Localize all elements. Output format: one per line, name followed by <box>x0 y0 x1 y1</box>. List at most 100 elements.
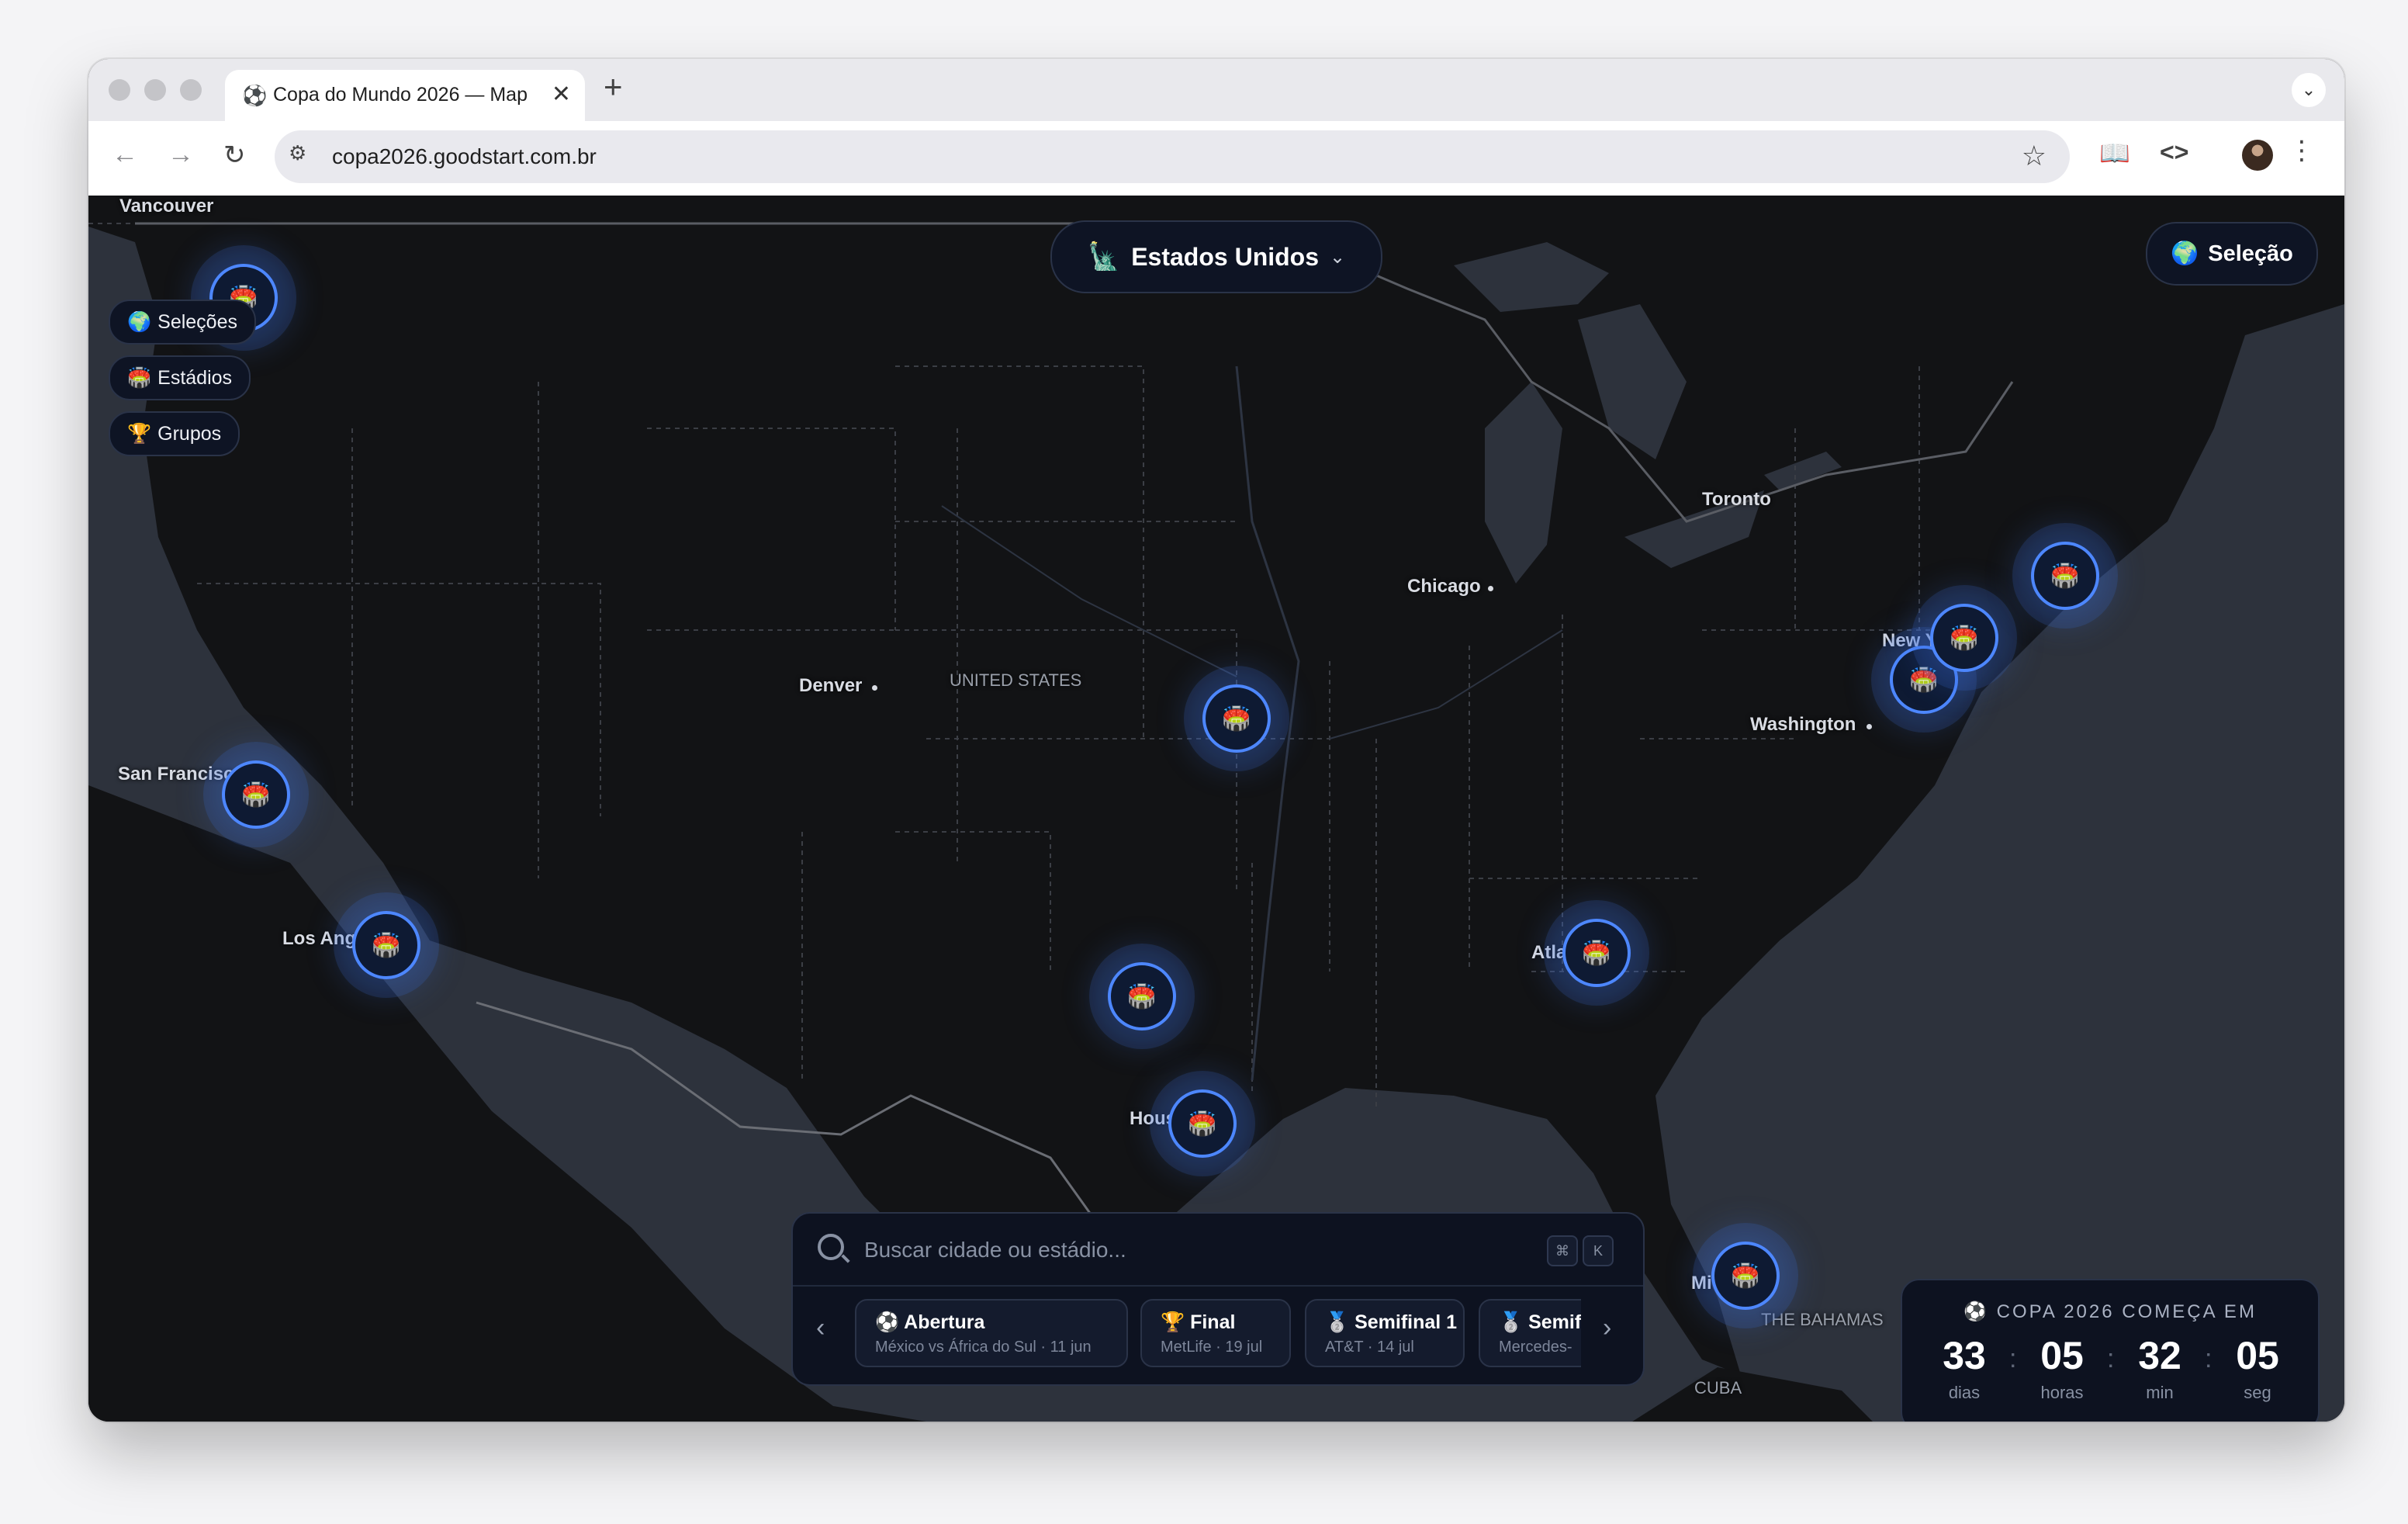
browser-toolbar: ← → ↻ ⚙ copa2026.goodstart.com.br ☆ 📖 <>… <box>88 121 2344 196</box>
city-dot-denver <box>872 685 877 691</box>
trophy-icon: 🏆 <box>1161 1311 1185 1333</box>
soccer-ball-icon: ⚽ <box>875 1311 900 1333</box>
country-label-bahamas: THE BAHAMAS <box>1761 1310 1884 1329</box>
back-arrow-icon[interactable]: ← <box>112 140 138 170</box>
stadium-marker-atlanta[interactable]: 🏟️ <box>1562 919 1631 987</box>
city-dot-washington <box>1867 724 1872 729</box>
side-menu-selecoes[interactable]: 🌍 Seleções <box>109 300 256 345</box>
chip-subtitle: México vs África do Sul · 11 jun <box>875 1339 1092 1356</box>
window-zoom-control[interactable] <box>180 79 202 101</box>
chip-title: Final <box>1190 1311 1236 1333</box>
carousel-next-icon[interactable]: › <box>1603 1313 1611 1343</box>
stadium-marker-kansas-city[interactable]: 🏟️ <box>1202 684 1271 753</box>
countdown-hours: 05 horas <box>2023 1335 2101 1403</box>
country-selector-label: Estados Unidos <box>1131 242 1320 271</box>
match-chip-final[interactable]: 🏆 Final MetLife · 19 jul <box>1140 1299 1291 1367</box>
city-label-chicago: Chicago <box>1407 576 1481 597</box>
city-label-atlanta: Atla <box>1531 942 1567 963</box>
selecao-button-label: Seleção <box>2208 241 2293 266</box>
countdown-title: ⚽ COPA 2026 COMEÇA EM <box>1902 1301 2318 1323</box>
side-menu-label: Grupos <box>157 422 222 445</box>
stadium-marker-houston[interactable]: 🏟️ <box>1168 1089 1237 1158</box>
countdown-value: 05 <box>2040 1334 2084 1377</box>
countdown-minutes: 32 min <box>2121 1335 2199 1403</box>
bookmark-star-icon[interactable]: ☆ <box>2022 140 2046 172</box>
stadium-marker-dallas[interactable]: 🏟️ <box>1108 962 1176 1030</box>
country-label-cuba: CUBA <box>1694 1378 1742 1398</box>
chip-subtitle: Mercedes- <box>1499 1339 1572 1356</box>
city-label-washington: Washington <box>1750 714 1856 735</box>
medal-icon: 🥈 <box>1325 1311 1350 1333</box>
match-chip-carousel: ⚽ Abertura México vs África do Sul · 11 … <box>855 1299 1581 1370</box>
reading-mode-icon[interactable]: 📖 <box>2099 138 2130 168</box>
countdown-label: horas <box>2040 1383 2084 1402</box>
search-row: ⌘ K <box>793 1214 1643 1287</box>
side-menu-grupos[interactable]: 🏆 Grupos <box>109 411 240 456</box>
stadium-marker-boston[interactable]: 🏟️ <box>2031 542 2099 610</box>
forward-arrow-icon[interactable]: → <box>168 140 194 170</box>
countdown-label: min <box>2146 1383 2174 1402</box>
stadium-icon: 🏟️ <box>127 366 152 389</box>
chip-subtitle: AT&T · 14 jul <box>1325 1339 1414 1356</box>
chip-title: Abertura <box>904 1311 985 1333</box>
window-minimize-control[interactable] <box>144 79 166 101</box>
city-label-los-angeles: Los Ang <box>282 928 357 949</box>
search-icon <box>818 1234 844 1260</box>
countdown-value: 32 <box>2138 1334 2181 1377</box>
soccer-ball-icon: ⚽ <box>242 84 268 107</box>
address-bar[interactable]: ⚙ copa2026.goodstart.com.br ☆ <box>275 130 2070 183</box>
chip-title: Semifinal 1 <box>1354 1311 1458 1333</box>
map-view[interactable]: Vancouver Toronto Chicago Denver UNITED … <box>88 196 2344 1422</box>
city-label-denver: Denver <box>799 675 863 696</box>
match-chip-semifinal-1[interactable]: 🥈 Semifinal 1 AT&T · 14 jul <box>1305 1299 1465 1367</box>
profile-avatar[interactable] <box>2242 140 2273 171</box>
stadium-marker-los-angeles[interactable]: 🏟️ <box>352 911 420 979</box>
shortcut-key-k: K <box>1583 1235 1614 1266</box>
tab-title: Copa do Mundo 2026 — Map <box>273 84 528 106</box>
stadium-marker-san-francisco[interactable]: 🏟️ <box>222 760 290 829</box>
chevron-down-icon: ⌄ <box>1330 246 1346 268</box>
city-label-san-francisco: San Francisc <box>118 764 234 785</box>
countdown-panel: ⚽ COPA 2026 COMEÇA EM 33 dias : 05 horas… <box>1901 1279 2320 1422</box>
search-panel: ⌘ K ‹ ⚽ Abertura México vs África do Sul… <box>791 1212 1645 1386</box>
close-icon[interactable]: ✕ <box>552 81 571 108</box>
code-icon[interactable]: <> <box>2160 138 2188 167</box>
statue-of-liberty-icon: 🗽 <box>1087 242 1121 272</box>
carousel-prev-icon[interactable]: ‹ <box>816 1313 825 1343</box>
reload-icon[interactable]: ↻ <box>223 140 246 171</box>
globe-icon: 🌍 <box>2171 241 2199 266</box>
medal-icon: 🥈 <box>1499 1311 1524 1333</box>
chip-subtitle: MetLife · 19 jul <box>1161 1339 1263 1356</box>
trophy-icon: 🏆 <box>127 422 152 445</box>
city-label-vancouver: Vancouver <box>119 196 214 216</box>
new-tab-button[interactable]: + <box>604 68 623 106</box>
match-chip-abertura[interactable]: ⚽ Abertura México vs África do Sul · 11 … <box>855 1299 1128 1367</box>
tab-strip: ⚽ Copa do Mundo 2026 — Map ✕ + ⌄ <box>88 59 2344 121</box>
countdown-days: 33 dias <box>1925 1335 2003 1403</box>
window-close-control[interactable] <box>109 79 130 101</box>
selecao-button[interactable]: 🌍 Seleção <box>2146 222 2318 286</box>
tab-active[interactable]: ⚽ Copa do Mundo 2026 — Map ✕ <box>225 70 585 121</box>
country-selector-button[interactable]: 🗽 Estados Unidos ⌄ <box>1050 220 1382 293</box>
side-menu-label: Seleções <box>157 310 237 333</box>
search-input[interactable] <box>863 1231 1533 1269</box>
chevron-down-icon[interactable]: ⌄ <box>2292 73 2326 107</box>
more-menu-icon[interactable]: ⋮ <box>2289 135 2315 166</box>
soccer-ball-icon: ⚽ <box>1963 1301 1989 1322</box>
browser-window: ⚽ Copa do Mundo 2026 — Map ✕ + ⌄ ← → ↻ ⚙… <box>88 59 2344 1422</box>
country-label-united-states: UNITED STATES <box>950 670 1082 690</box>
stadium-marker-miami[interactable]: 🏟️ <box>1711 1242 1780 1310</box>
side-menu-estadios[interactable]: 🏟️ Estádios <box>109 355 251 400</box>
countdown-separator: : <box>2205 1344 2213 1373</box>
city-label-toronto: Toronto <box>1702 489 1771 510</box>
city-dot-chicago <box>1488 586 1493 591</box>
countdown-value: 05 <box>2236 1334 2279 1377</box>
city-label-miami: Mi <box>1691 1273 1712 1294</box>
countdown-value: 33 <box>1943 1334 1986 1377</box>
stadium-marker-new-york[interactable]: 🏟️ <box>1930 604 1998 672</box>
site-settings-icon[interactable]: ⚙ <box>289 141 306 165</box>
match-chip-semifinal-2[interactable]: 🥈 Semifi Mercedes- <box>1479 1299 1581 1367</box>
globe-icon: 🌍 <box>127 310 152 333</box>
side-menu-label: Estádios <box>157 366 233 389</box>
url-text[interactable]: copa2026.goodstart.com.br <box>332 144 597 169</box>
